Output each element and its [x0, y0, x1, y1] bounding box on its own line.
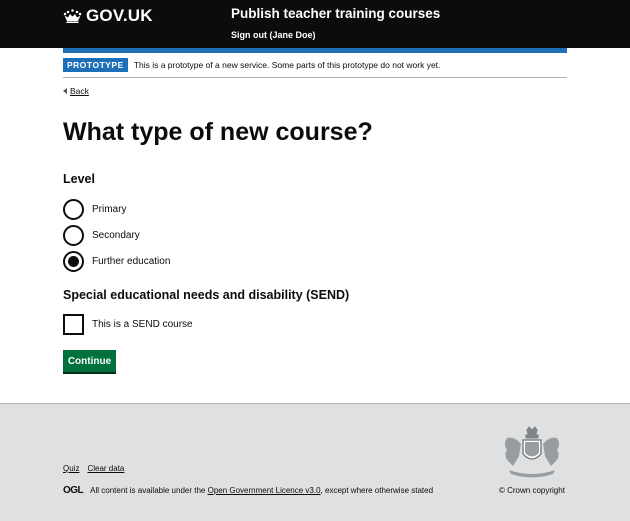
footer-link-quiz[interactable]: Quiz — [63, 464, 79, 473]
header-accent-bar — [63, 48, 567, 53]
send-legend: Special educational needs and disability… — [63, 288, 350, 302]
radio-further-education[interactable]: Further education — [63, 251, 170, 272]
site-header: GOV.UK Publish teacher training courses … — [0, 0, 630, 48]
checkbox-label: This is a SEND course — [92, 319, 193, 330]
phase-text: This is a prototype of a new service. So… — [133, 60, 441, 70]
licence-row: OGL All content is available under the O… — [63, 485, 433, 496]
phase-tag: PROTOTYPE — [63, 58, 128, 72]
checkbox-box[interactable] — [63, 314, 84, 335]
send-checkbox[interactable]: This is a SEND course — [63, 314, 193, 335]
radio-selected-dot — [68, 256, 79, 267]
continue-button[interactable]: Continue — [63, 350, 116, 372]
sign-out-link[interactable]: Sign out (Jane Doe) — [231, 30, 316, 40]
level-legend: Level — [63, 172, 95, 186]
footer-links: Quiz Clear data — [63, 464, 124, 473]
logo-text: GOV.UK — [86, 6, 153, 25]
radio-label: Secondary — [92, 230, 140, 241]
back-arrow-icon — [63, 88, 67, 94]
footer-link-clear-data[interactable]: Clear data — [87, 464, 124, 473]
phase-banner: PROTOTYPE This is a prototype of a new s… — [63, 58, 567, 78]
radio-circle[interactable] — [63, 199, 84, 220]
back-link[interactable]: Back — [63, 86, 89, 96]
royal-crest-icon — [505, 426, 559, 478]
crown-icon — [63, 9, 82, 23]
site-footer: Quiz Clear data OGL All content is avail… — [0, 403, 630, 521]
page-title: What type of new course? — [63, 118, 373, 146]
service-name-link[interactable]: Publish teacher training courses — [231, 6, 440, 21]
ogl-icon: OGL — [63, 485, 84, 496]
radio-label: Primary — [92, 204, 127, 215]
licence-text: All content is available under the Open … — [90, 486, 433, 495]
back-link-label: Back — [70, 86, 89, 96]
licence-suffix: , except where otherwise stated — [320, 486, 434, 495]
licence-link[interactable]: Open Government Licence v3.0 — [208, 486, 321, 495]
govuk-logo-link[interactable]: GOV.UK — [63, 6, 153, 26]
crown-copyright[interactable]: © Crown copyright — [499, 486, 565, 495]
radio-label: Further education — [92, 256, 171, 267]
licence-prefix: All content is available under the — [90, 486, 206, 495]
radio-circle[interactable] — [63, 225, 84, 246]
radio-circle-selected[interactable] — [63, 251, 84, 272]
radio-primary[interactable]: Primary — [63, 199, 126, 220]
radio-secondary[interactable]: Secondary — [63, 225, 140, 246]
